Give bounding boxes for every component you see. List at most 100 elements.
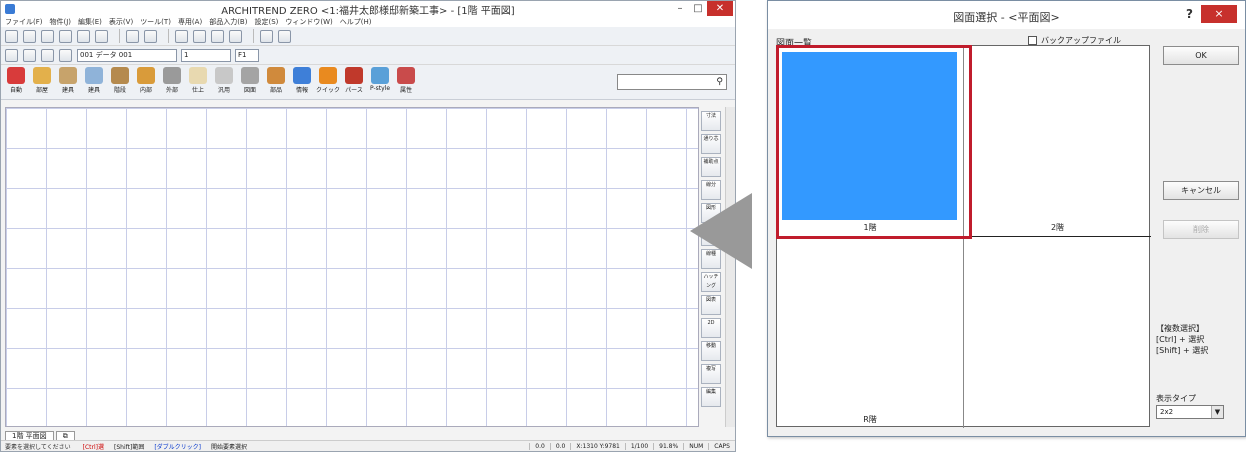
fitting-icon — [59, 67, 77, 84]
tool-finish[interactable]: 仕上 — [187, 67, 209, 97]
zoom-icon[interactable] — [59, 29, 72, 43]
tool-parts[interactable]: 部品 — [265, 67, 287, 97]
search-input[interactable]: ⚲ — [617, 74, 727, 90]
measure-icon[interactable] — [126, 29, 139, 43]
layer-toolbar: 001 データ 001 1 F1 — [1, 46, 735, 65]
perspective-icon — [345, 67, 363, 84]
menu-settings[interactable]: 設定(S) — [254, 17, 278, 27]
view-elevation-icon[interactable] — [193, 29, 206, 43]
menu-bar: ファイル(F) 物件(J) 編集(E) 表示(V) ツール(T) 専用(A) 部… — [1, 17, 735, 27]
drawing-icon — [241, 67, 259, 84]
status-scale: 1/100 — [624, 442, 653, 450]
menu-project[interactable]: 物件(J) — [50, 17, 72, 27]
tool-interior[interactable]: 内部 — [135, 67, 157, 97]
menu-window[interactable]: ウィンドウ(W) — [285, 17, 332, 27]
ok-button[interactable]: OK — [1163, 46, 1239, 65]
side-hatching[interactable]: ハッチング — [701, 272, 721, 292]
command-toolbar: 自動 部屋 建具 建具 階段 内部 外部 仕上 汎用 図面 部品 情報 クイック… — [1, 65, 735, 100]
tool-attribute[interactable]: 属性 — [395, 67, 417, 97]
status-message: 要素を選択してください — [5, 443, 71, 451]
side-table[interactable]: 図表 — [701, 295, 721, 315]
dialog-title: 図面選択 - <平面図> — [953, 11, 1060, 24]
status-coords: X:1310 Y:9781 — [570, 442, 624, 450]
menu-view[interactable]: 表示(V) — [109, 17, 133, 27]
chevron-down-icon[interactable]: ▼ — [1211, 406, 1223, 418]
multi-select-ctrl: [Ctrl] + 選択 — [1156, 335, 1205, 344]
redo-icon[interactable] — [278, 29, 291, 43]
finish-icon — [189, 67, 207, 84]
print-icon[interactable] — [23, 29, 36, 43]
floor-combo[interactable]: F1 — [235, 48, 259, 62]
parts-icon — [267, 67, 285, 84]
thumbnail-cell-empty[interactable] — [964, 237, 1151, 428]
menu-help[interactable]: ヘルプ(H) — [340, 17, 372, 27]
save-icon[interactable] — [5, 29, 18, 43]
help-icon[interactable]: ? — [1186, 7, 1193, 21]
multi-select-title: 【複数選択】 — [1156, 324, 1204, 333]
menu-edit[interactable]: 編集(E) — [78, 17, 102, 27]
side-copy[interactable]: 複写 — [701, 364, 721, 384]
tool-pstyle[interactable]: P-style — [369, 67, 391, 97]
menu-file[interactable]: ファイル(F) — [5, 17, 43, 27]
stairs-icon — [111, 67, 129, 84]
status-field: 0.0 — [549, 442, 571, 450]
paste-icon[interactable] — [41, 48, 54, 62]
dialog-close-button[interactable]: × — [1201, 5, 1237, 23]
undo-icon[interactable] — [260, 29, 273, 43]
standard-toolbar — [1, 27, 735, 46]
multi-select-note: 【複数選択】 [Ctrl] + 選択 [Shift] + 選択 — [1156, 323, 1208, 356]
info-icon — [293, 67, 311, 84]
tool-info[interactable]: 情報 — [291, 67, 313, 97]
status-zoom: 91.8% — [653, 442, 683, 450]
thumbnail-cell-2f[interactable]: 2階 — [964, 46, 1151, 237]
tool-auto[interactable]: 自動 — [5, 67, 27, 97]
tool-fitting[interactable]: 建具 — [57, 67, 79, 97]
attribute-icon — [397, 67, 415, 84]
copy-icon[interactable] — [23, 48, 36, 62]
side-dimension[interactable]: 寸法 — [701, 111, 721, 131]
view-3d-icon[interactable] — [211, 29, 224, 43]
tool-general[interactable]: 汎用 — [213, 67, 235, 97]
select-icon[interactable] — [5, 48, 18, 62]
tool-drawing[interactable]: 図面 — [239, 67, 261, 97]
pstyle-icon — [371, 67, 389, 84]
tool-exterior[interactable]: 外部 — [161, 67, 183, 97]
thumbnail-cell-rf[interactable]: R階 — [777, 237, 964, 428]
filter-icon[interactable] — [59, 48, 72, 62]
cancel-button[interactable]: キャンセル — [1163, 181, 1239, 200]
minimize-icon[interactable]: – — [671, 1, 689, 16]
status-num: NUM — [683, 442, 708, 450]
side-move[interactable]: 移動 — [701, 341, 721, 361]
line-width-combo[interactable]: 1 — [181, 48, 231, 62]
checkbox-box[interactable] — [1028, 36, 1037, 45]
side-edit[interactable]: 編集 — [701, 387, 721, 407]
layer-icon[interactable] — [95, 29, 108, 43]
display-type-select[interactable]: 2x2 ▼ — [1156, 405, 1224, 419]
menu-parts[interactable]: 部品入力(B) — [209, 17, 247, 27]
drawing-canvas[interactable] — [5, 107, 699, 427]
grid-icon[interactable] — [77, 29, 90, 43]
close-icon[interactable]: ✕ — [707, 1, 733, 16]
restore-icon[interactable]: □ — [689, 1, 707, 16]
menu-tools[interactable]: ツール(T) — [140, 17, 171, 27]
tool-perspective[interactable]: パース — [343, 67, 365, 97]
view-section-icon[interactable] — [229, 29, 242, 43]
status-hint-start: 開始要素選択 — [211, 443, 248, 451]
menu-special[interactable]: 専用(A) — [178, 17, 202, 27]
settings-icon[interactable] — [41, 29, 54, 43]
status-hint-shift: [Shift]範囲 — [114, 443, 145, 451]
window-icon — [85, 67, 103, 84]
side-2d[interactable]: 2D — [701, 318, 721, 338]
layer-combo[interactable]: 001 データ 001 — [77, 48, 177, 62]
side-grid-line[interactable]: 通り芯 — [701, 134, 721, 154]
tool-quick[interactable]: クイック — [316, 67, 340, 97]
snap-icon[interactable] — [144, 29, 157, 43]
tool-room[interactable]: 部屋 — [31, 67, 53, 97]
side-aux-point[interactable]: 補助点 — [701, 157, 721, 177]
tool-stairs[interactable]: 階段 — [109, 67, 131, 97]
quick-icon — [319, 67, 337, 84]
tool-fitting-2[interactable]: 建具 — [83, 67, 105, 97]
status-hint-ctrl: [Ctrl]選 — [82, 443, 104, 451]
view-plan-icon[interactable] — [175, 29, 188, 43]
delete-button[interactable]: 削除 — [1163, 220, 1239, 239]
